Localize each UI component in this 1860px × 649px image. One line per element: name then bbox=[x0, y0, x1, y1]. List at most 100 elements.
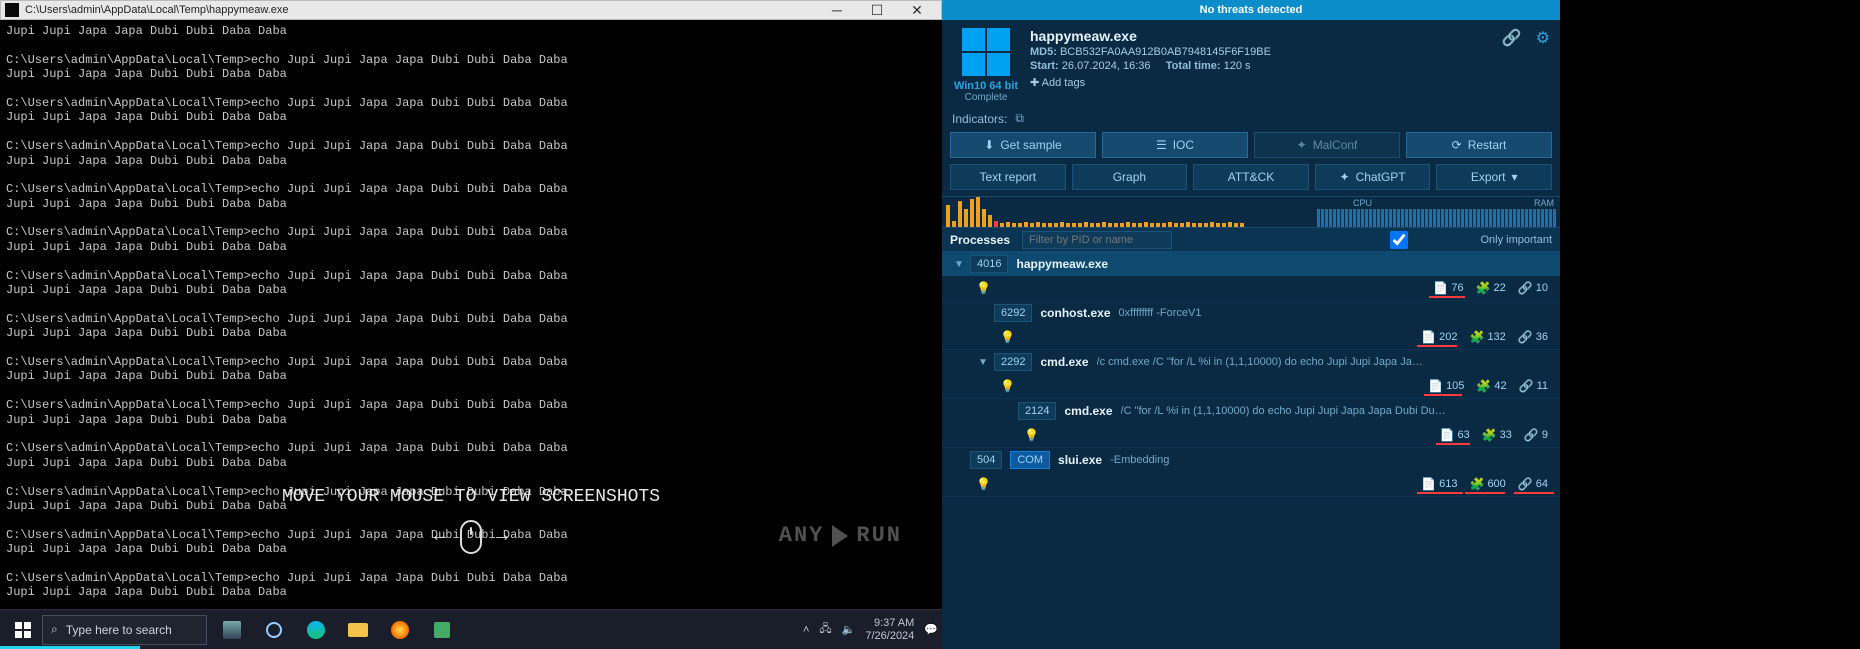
restart-button[interactable]: ⟳Restart bbox=[1406, 132, 1552, 158]
tray-chevron-icon[interactable]: ˄ bbox=[803, 624, 809, 636]
process-stat[interactable]: 🔗10 bbox=[1514, 280, 1552, 296]
vm-taskbar: ⌕ Type here to search ˄ 🖧 🔈 9:37 AM 7/26… bbox=[0, 609, 942, 649]
process-args: 0xffffffff -ForceV1 bbox=[1119, 307, 1202, 319]
process-stat[interactable]: 📄63 bbox=[1436, 427, 1474, 443]
terminal-output: Jupi Jupi Japa Japa Dubi Dubi Daba Daba … bbox=[0, 20, 942, 609]
md5-value[interactable]: BCB532FA0AA912B0AB7948145F6F19BE bbox=[1060, 46, 1271, 58]
process-stat[interactable]: 🧩132 bbox=[1465, 329, 1509, 345]
play-icon bbox=[832, 525, 848, 547]
text-report-button[interactable]: Text report bbox=[950, 164, 1066, 190]
process-stat[interactable]: 🧩33 bbox=[1478, 427, 1516, 443]
volume-icon[interactable]: 🔈 bbox=[842, 623, 856, 636]
process-row[interactable]: 6292conhost.exe0xffffffff -ForceV1💡📄202🧩… bbox=[942, 301, 1560, 350]
share-icon[interactable]: 🔗 bbox=[1502, 28, 1522, 48]
expand-chevron-icon[interactable]: ▼ bbox=[952, 259, 966, 270]
task-icons bbox=[213, 614, 461, 646]
attck-button[interactable]: ATT&CK bbox=[1193, 164, 1309, 190]
process-name: conhost.exe bbox=[1040, 306, 1110, 320]
process-stat[interactable]: 🔗11 bbox=[1515, 378, 1552, 394]
hint-icon[interactable]: 💡 bbox=[1000, 379, 1015, 393]
process-stat[interactable]: 🧩42 bbox=[1472, 378, 1510, 394]
process-stat[interactable]: 📄613 bbox=[1417, 476, 1461, 492]
cortana-icon[interactable] bbox=[255, 614, 293, 646]
process-args: -Embedding bbox=[1110, 454, 1169, 466]
usage-chart[interactable]: CPU RAM bbox=[942, 196, 1560, 228]
pid-badge: 4016 bbox=[970, 255, 1008, 273]
stat-icon: 🧩 bbox=[1469, 330, 1484, 344]
stat-icon: 🔗 bbox=[1518, 330, 1533, 344]
process-name: cmd.exe bbox=[1064, 404, 1112, 418]
process-row[interactable]: 504COMslui.exe-Embedding💡📄613🧩600🔗64 bbox=[942, 448, 1560, 497]
process-stat[interactable]: 🔗64 bbox=[1514, 476, 1552, 492]
process-stat[interactable]: 🔗9 bbox=[1520, 427, 1552, 443]
stat-icon: 🧩 bbox=[1469, 477, 1484, 491]
process-stat[interactable]: 🧩22 bbox=[1472, 280, 1510, 296]
settings-icon[interactable]: ⚙ bbox=[1536, 28, 1550, 48]
windows-logo-icon bbox=[962, 28, 1010, 76]
process-filter-input[interactable] bbox=[1022, 231, 1172, 249]
process-stat[interactable]: 📄76 bbox=[1429, 280, 1467, 296]
stat-icon: 🔗 bbox=[1518, 281, 1533, 295]
search-placeholder: Type here to search bbox=[66, 623, 172, 637]
search-icon: ⌕ bbox=[51, 622, 58, 637]
mouse-icon bbox=[460, 520, 482, 554]
process-stat[interactable]: 📄105 bbox=[1424, 378, 1468, 394]
graph-button[interactable]: Graph bbox=[1072, 164, 1188, 190]
ioc-button[interactable]: ☰IOC bbox=[1102, 132, 1248, 158]
start-time: 26.07.2024, 16:36 bbox=[1062, 60, 1151, 72]
process-name: happymeaw.exe bbox=[1016, 257, 1108, 271]
get-sample-button[interactable]: ⬇Get sample bbox=[950, 132, 1096, 158]
stat-icon: 📄 bbox=[1421, 477, 1436, 491]
process-stat[interactable]: 🧩600 bbox=[1465, 476, 1509, 492]
process-row[interactable]: ▼ 4016 happymeaw.exe 💡 📄76 🧩22🔗10 bbox=[942, 252, 1560, 301]
clock[interactable]: 9:37 AM 7/26/2024 bbox=[865, 617, 914, 641]
export-button[interactable]: Export ▾ bbox=[1436, 164, 1552, 190]
chatgpt-button[interactable]: ✦ChatGPT bbox=[1315, 164, 1431, 190]
malconf-button[interactable]: ✦MalConf bbox=[1254, 132, 1400, 158]
notifications-icon[interactable]: 💬 bbox=[924, 623, 938, 636]
process-args: /c cmd.exe /C "for /L %i in (1,1,10000) … bbox=[1097, 356, 1427, 368]
process-stat[interactable]: 📄202 bbox=[1417, 329, 1461, 345]
hint-icon[interactable]: 💡 bbox=[1024, 428, 1039, 442]
stat-icon: 🧩 bbox=[1476, 281, 1491, 295]
copy-icon[interactable]: ⧉ bbox=[1015, 111, 1024, 126]
maximize-button[interactable]: ☐ bbox=[857, 2, 897, 19]
taskbar-search[interactable]: ⌕ Type here to search bbox=[42, 615, 207, 645]
process-name: cmd.exe bbox=[1040, 355, 1088, 369]
start-button[interactable] bbox=[4, 614, 42, 646]
add-tags-button[interactable]: ✚ Add tags bbox=[1030, 76, 1550, 89]
process-stat[interactable]: 🔗36 bbox=[1514, 329, 1552, 345]
screenshot-nav[interactable]: ← → bbox=[434, 520, 508, 554]
network-icon[interactable]: 🖧 bbox=[819, 620, 831, 639]
total-time: 120 s bbox=[1224, 60, 1251, 72]
stat-icon: 🔗 bbox=[1519, 379, 1534, 393]
explorer-icon[interactable] bbox=[339, 614, 377, 646]
only-important-toggle[interactable]: Only important bbox=[1312, 231, 1552, 249]
process-row[interactable]: ▼2292cmd.exe/c cmd.exe /C "for /L %i in … bbox=[942, 350, 1560, 399]
hint-icon[interactable]: 💡 bbox=[976, 477, 991, 491]
minimize-button[interactable]: ─ bbox=[817, 2, 857, 18]
chevron-down-icon: ▾ bbox=[1512, 170, 1518, 184]
restart-icon: ⟳ bbox=[1452, 138, 1462, 152]
prev-arrow-icon[interactable]: ← bbox=[434, 525, 446, 549]
task-view-icon[interactable] bbox=[213, 614, 251, 646]
stat-icon: 🔗 bbox=[1518, 477, 1533, 491]
process-row[interactable]: 2124cmd.exe/C "for /L %i in (1,1,10000) … bbox=[942, 399, 1560, 448]
com-badge: COM bbox=[1010, 451, 1050, 469]
stat-icon: 🧩 bbox=[1476, 379, 1491, 393]
firefox-icon[interactable] bbox=[381, 614, 419, 646]
hint-icon[interactable]: 💡 bbox=[1000, 330, 1015, 344]
expand-chevron-icon[interactable]: ▼ bbox=[976, 357, 990, 368]
pid-badge: 504 bbox=[970, 451, 1002, 469]
stat-icon: 📄 bbox=[1421, 330, 1436, 344]
screenshot-hint: MOVE YOUR MOUSE TO VIEW SCREENSHOTS bbox=[282, 487, 660, 509]
app-icon[interactable] bbox=[423, 614, 461, 646]
secondary-actions: Text report Graph ATT&CK ✦ChatGPT Export… bbox=[942, 164, 1560, 196]
analysis-panel: No threats detected Win10 64 bit Complet… bbox=[942, 0, 1560, 649]
system-tray[interactable]: ˄ 🖧 🔈 9:37 AM 7/26/2024 💬 bbox=[803, 617, 938, 641]
close-button[interactable]: ✕ bbox=[897, 2, 937, 19]
hint-icon[interactable]: 💡 bbox=[976, 281, 991, 295]
vm-window-titlebar: C:\Users\admin\AppData\Local\Temp\happym… bbox=[0, 0, 942, 20]
edge-icon[interactable] bbox=[297, 614, 335, 646]
next-arrow-icon[interactable]: → bbox=[496, 525, 508, 549]
